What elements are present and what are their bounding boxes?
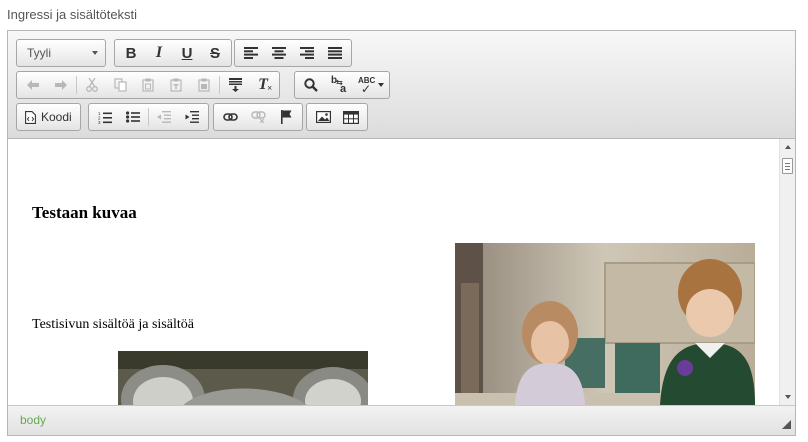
- source-code-label: Koodi: [41, 110, 72, 124]
- align-left-button[interactable]: [237, 41, 265, 65]
- align-center-icon: [272, 47, 286, 59]
- scroll-thumb[interactable]: [782, 158, 793, 174]
- strikethrough-icon: S: [209, 44, 220, 62]
- insert-group: [306, 103, 368, 131]
- content-paragraph: Testisivun sisältöä ja sisältöä: [32, 317, 194, 332]
- paste-text-icon: [170, 78, 182, 92]
- replace-icon: b a ⇆: [331, 75, 347, 95]
- bold-icon: B: [125, 44, 137, 62]
- style-dropdown-value: Tyyli: [27, 46, 51, 60]
- spellcheck-button[interactable]: ABC ✓: [353, 73, 387, 97]
- bold-button[interactable]: B: [117, 41, 145, 65]
- scroll-up-button[interactable]: [780, 139, 795, 155]
- chevron-down-icon: [92, 51, 98, 55]
- editor-statusbar: body: [8, 405, 795, 435]
- underline-button[interactable]: U: [173, 41, 201, 65]
- increase-indent-button[interactable]: [178, 105, 206, 129]
- undo-icon: [27, 80, 39, 90]
- scroll-down-button[interactable]: [780, 389, 795, 405]
- numbered-list-icon: 123: [98, 111, 112, 124]
- content-heading: Testaan kuvaa: [32, 203, 137, 222]
- redo-button[interactable]: [47, 73, 75, 97]
- undo-redo-group: T ×: [16, 71, 280, 99]
- source-file-icon: [25, 110, 36, 124]
- paste-plain-format-button[interactable]: [221, 73, 249, 97]
- search-icon: [304, 78, 318, 92]
- source-code-button[interactable]: Koodi: [16, 103, 81, 131]
- redo-icon: [55, 80, 67, 90]
- separator: [148, 108, 149, 126]
- link-group: [213, 103, 303, 131]
- remove-format-button[interactable]: T ×: [249, 73, 277, 97]
- bulleted-list-icon: [126, 111, 140, 123]
- field-label: Ingressi ja sisältöteksti: [7, 7, 138, 22]
- align-right-icon: [300, 47, 314, 59]
- replace-button[interactable]: b a ⇆: [325, 73, 353, 97]
- paste-button[interactable]: [134, 73, 162, 97]
- element-path-body[interactable]: body: [20, 413, 46, 427]
- italic-button[interactable]: I: [145, 41, 173, 65]
- unlink-button[interactable]: [244, 105, 272, 129]
- format-block-icon: [228, 78, 242, 92]
- strikethrough-button[interactable]: S: [201, 41, 229, 65]
- editor-content[interactable]: Testaan kuvaa Testisivun sisältöä ja sis…: [8, 139, 795, 405]
- align-center-button[interactable]: [265, 41, 293, 65]
- find-replace-group: b a ⇆ ABC ✓: [294, 71, 390, 99]
- unlink-icon: [250, 111, 266, 123]
- separator: [76, 76, 77, 94]
- link-button[interactable]: [216, 105, 244, 129]
- basic-styles-group: B I U S: [114, 39, 232, 67]
- cut-button[interactable]: [78, 73, 106, 97]
- separator: [219, 76, 220, 94]
- editor-toolbar: Tyyli B I U S T × b a ⇆ ABC ✓ Koodi 1 2 …: [8, 31, 795, 139]
- outdent-icon: [157, 111, 171, 123]
- align-left-icon: [244, 47, 258, 59]
- undo-button[interactable]: [19, 73, 47, 97]
- bulleted-list-button[interactable]: [119, 105, 147, 129]
- style-dropdown[interactable]: Tyyli: [16, 39, 106, 67]
- underline-icon: U: [181, 44, 193, 62]
- paste-from-word-button[interactable]: [190, 73, 218, 97]
- anchor-button[interactable]: [272, 105, 300, 129]
- rich-text-editor: Tyyli B I U S T × b a ⇆ ABC ✓ Koodi 1 2 …: [7, 30, 796, 436]
- image-button[interactable]: [309, 105, 337, 129]
- indent-icon: [185, 111, 199, 123]
- align-justify-icon: [328, 47, 342, 59]
- remove-format-icon: T ×: [258, 76, 273, 93]
- resize-handle-icon[interactable]: [782, 420, 791, 429]
- cut-icon: [86, 78, 98, 92]
- vertical-scrollbar[interactable]: [779, 139, 795, 405]
- table-icon: [343, 110, 359, 124]
- arrow-down-icon: [784, 395, 791, 399]
- decrease-indent-button[interactable]: [150, 105, 178, 129]
- flag-icon: [281, 110, 292, 124]
- copy-icon: [113, 78, 127, 92]
- copy-button[interactable]: [106, 73, 134, 97]
- children-photo[interactable]: [455, 243, 755, 405]
- spellcheck-icon: ABC ✓: [358, 76, 384, 96]
- alignment-group: [234, 39, 352, 67]
- link-icon: [222, 113, 238, 121]
- arrow-up-icon: [784, 145, 791, 149]
- paste-icon: [142, 78, 154, 92]
- paste-word-icon: [198, 78, 210, 92]
- align-justify-button[interactable]: [321, 41, 349, 65]
- align-right-button[interactable]: [293, 41, 321, 65]
- italic-icon: I: [155, 44, 163, 61]
- table-button[interactable]: [337, 105, 365, 129]
- list-indent-group: 123: [88, 103, 209, 131]
- find-button[interactable]: [297, 73, 325, 97]
- paste-text-button[interactable]: [162, 73, 190, 97]
- image-icon: [315, 111, 331, 123]
- numbered-list-button[interactable]: 123: [91, 105, 119, 129]
- koala-photo[interactable]: [118, 351, 368, 405]
- svg-text:3: 3: [98, 120, 101, 124]
